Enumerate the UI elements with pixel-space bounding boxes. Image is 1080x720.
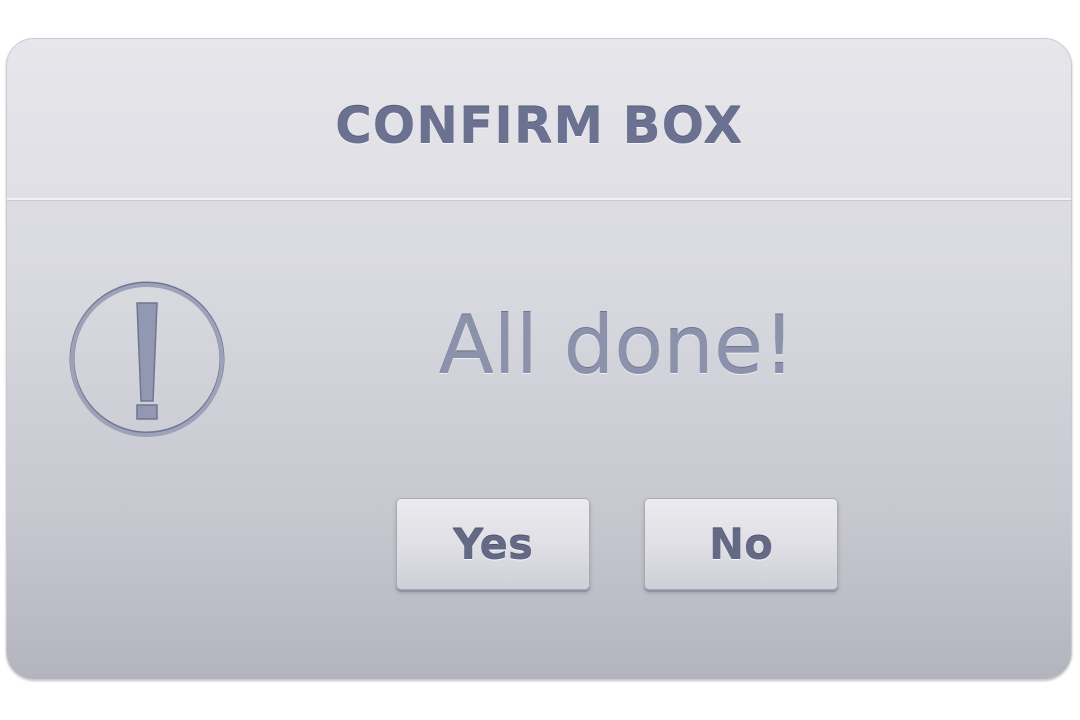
yes-button[interactable]: Yes xyxy=(396,498,590,590)
exclamation-circle-icon xyxy=(69,281,225,437)
confirm-dialog: CONFIRM BOX All done! Yes No xyxy=(6,38,1072,680)
dialog-title-bar: CONFIRM BOX xyxy=(7,39,1071,200)
dialog-title: CONFIRM BOX xyxy=(335,97,743,155)
no-button[interactable]: No xyxy=(644,498,838,590)
dialog-message: All done! xyxy=(438,299,796,392)
